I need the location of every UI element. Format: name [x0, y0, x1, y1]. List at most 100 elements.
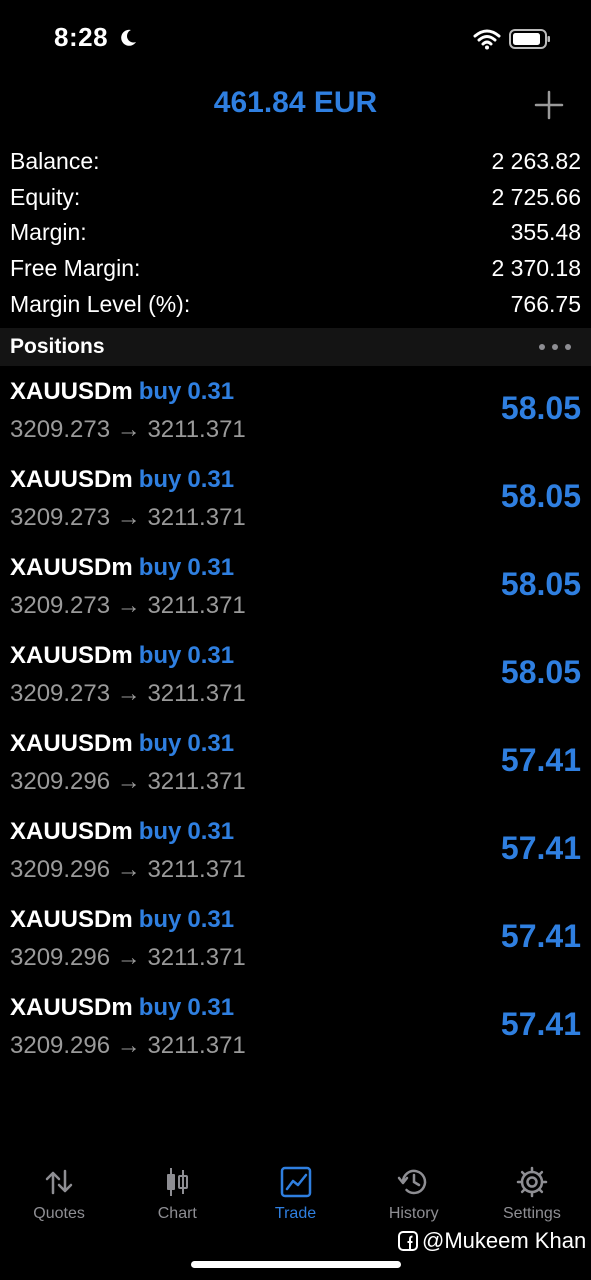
position-symbol: XAUUSDm — [10, 818, 133, 845]
position-symbol: XAUUSDm — [10, 642, 133, 669]
position-prices: 3209.273 → 3211.371 — [10, 680, 246, 707]
tab-label: History — [388, 1205, 439, 1222]
position-volume: 0.31 — [187, 994, 235, 1021]
home-indicator[interactable] — [191, 1261, 401, 1268]
summary-row-free-margin: Free Margin: 2 370.18 — [10, 251, 581, 287]
tab-trade[interactable]: Trade — [236, 1155, 354, 1235]
history-icon — [397, 1169, 426, 1195]
summary-row-margin: Margin: 355.48 — [10, 215, 581, 251]
tab-history[interactable]: History — [355, 1155, 473, 1235]
position-row[interactable]: XAUUSDm buy 0.31 3209.296 → 3211.371 57.41 — [0, 984, 591, 1072]
facebook-icon — [398, 1231, 418, 1251]
position-prices: 3209.273 → 3211.371 — [10, 416, 246, 443]
more-icon[interactable] — [538, 343, 572, 351]
position-title-line: XAUUSDm buy 0.31 — [10, 906, 234, 934]
quotes-icon — [45, 1169, 73, 1195]
position-prices: 3209.296 → 3211.371 — [10, 768, 246, 795]
summary-label: Equity: — [10, 183, 81, 210]
tab-bar: Quotes Chart Trade History Settings — [0, 1155, 591, 1235]
trade-icon — [280, 1166, 311, 1198]
position-profit: 57.41 — [500, 918, 581, 954]
tab-label: Settings — [503, 1205, 561, 1222]
position-profit: 58.05 — [500, 654, 581, 690]
position-row[interactable]: XAUUSDm buy 0.31 3209.296 → 3211.371 57.41 — [0, 896, 591, 984]
summary-label: Balance: — [10, 148, 100, 175]
summary-value: 2 370.18 — [491, 255, 581, 282]
account-equity-title: 461.84 EUR — [213, 86, 378, 119]
position-volume: 0.31 — [187, 906, 235, 933]
position-symbol: XAUUSDm — [10, 378, 133, 405]
position-prices: 3209.273 → 3211.371 — [10, 504, 246, 531]
summary-label: Free Margin: — [10, 255, 141, 282]
position-direction: buy — [138, 818, 182, 845]
position-symbol: XAUUSDm — [10, 730, 133, 757]
tab-label: Trade — [274, 1205, 317, 1222]
watermark: @Mukeem Khan — [398, 1228, 586, 1254]
position-profit: 57.41 — [500, 1006, 581, 1042]
position-profit: 58.05 — [500, 390, 581, 426]
positions-title: Positions — [10, 335, 105, 358]
position-title-line: XAUUSDm buy 0.31 — [10, 730, 234, 758]
position-prices: 3209.296 → 3211.371 — [10, 944, 246, 971]
position-row[interactable]: XAUUSDm buy 0.31 3209.273 → 3211.371 58.05 — [0, 632, 591, 720]
moon-icon — [121, 29, 136, 46]
position-prices: 3209.273 → 3211.371 — [10, 592, 246, 619]
position-volume: 0.31 — [187, 466, 235, 493]
battery-icon — [509, 29, 550, 49]
summary-value: 2 725.66 — [491, 183, 581, 210]
tab-quotes[interactable]: Quotes — [0, 1155, 118, 1235]
position-row[interactable]: XAUUSDm buy 0.31 3209.273 → 3211.371 58.05 — [0, 368, 591, 456]
chart-icon — [167, 1168, 189, 1196]
status-time: 8:28 — [54, 22, 109, 52]
status-bar: 8:28 — [0, 0, 591, 80]
tab-label: Quotes — [33, 1205, 85, 1222]
position-direction: buy — [138, 554, 182, 581]
position-row[interactable]: XAUUSDm buy 0.31 3209.273 → 3211.371 58.05 — [0, 544, 591, 632]
summary-value: 355.48 — [510, 219, 581, 246]
summary-value: 2 263.82 — [491, 148, 581, 175]
position-direction: buy — [138, 994, 182, 1021]
tab-settings[interactable]: Settings — [473, 1155, 591, 1235]
position-symbol: XAUUSDm — [10, 554, 133, 581]
summary-row-margin-level: Margin Level (%): 766.75 — [10, 286, 581, 322]
position-title-line: XAUUSDm buy 0.31 — [10, 554, 234, 582]
position-direction: buy — [138, 730, 182, 757]
add-icon[interactable] — [534, 90, 564, 120]
position-direction: buy — [138, 642, 182, 669]
summary-value: 766.75 — [510, 290, 581, 317]
position-volume: 0.31 — [187, 642, 235, 669]
summary-row-equity: Equity: 2 725.66 — [10, 180, 581, 216]
position-symbol: XAUUSDm — [10, 466, 133, 493]
position-title-line: XAUUSDm buy 0.31 — [10, 642, 234, 670]
trade-screen: 8:28 461.84 EUR Balance: 2 263.82 Equity — [0, 0, 591, 1280]
summary-row-balance: Balance: 2 263.82 — [10, 144, 581, 180]
position-volume: 0.31 — [187, 818, 235, 845]
position-profit: 58.05 — [500, 478, 581, 514]
position-title-line: XAUUSDm buy 0.31 — [10, 994, 234, 1022]
summary-label: Margin Level (%): — [10, 290, 191, 317]
position-title-line: XAUUSDm buy 0.31 — [10, 466, 234, 494]
tab-chart[interactable]: Chart — [118, 1155, 236, 1235]
position-direction: buy — [138, 378, 182, 405]
position-symbol: XAUUSDm — [10, 994, 133, 1021]
position-row[interactable]: XAUUSDm buy 0.31 3209.296 → 3211.371 57.41 — [0, 720, 591, 808]
position-row[interactable]: XAUUSDm buy 0.31 3209.296 → 3211.371 57.41 — [0, 808, 591, 896]
positions-list: XAUUSDm buy 0.31 3209.273 → 3211.371 58.05… — [0, 368, 591, 1072]
tab-label: Chart — [157, 1205, 197, 1222]
position-prices: 3209.296 → 3211.371 — [10, 856, 246, 883]
position-profit: 57.41 — [500, 830, 581, 866]
header: 461.84 EUR — [0, 80, 591, 130]
wifi-icon — [473, 29, 501, 50]
position-symbol: XAUUSDm — [10, 906, 133, 933]
account-summary: Balance: 2 263.82 Equity: 2 725.66 Margi… — [10, 144, 581, 322]
position-title-line: XAUUSDm buy 0.31 — [10, 818, 234, 846]
position-title-line: XAUUSDm buy 0.31 — [10, 378, 234, 406]
position-row[interactable]: XAUUSDm buy 0.31 3209.273 → 3211.371 58.05 — [0, 456, 591, 544]
position-volume: 0.31 — [187, 554, 235, 581]
watermark-text: @Mukeem Khan — [422, 1228, 587, 1253]
positions-section-header: Positions — [0, 328, 591, 366]
position-prices: 3209.296 → 3211.371 — [10, 1032, 246, 1059]
position-volume: 0.31 — [187, 378, 235, 405]
summary-label: Margin: — [10, 219, 87, 246]
position-direction: buy — [138, 906, 182, 933]
